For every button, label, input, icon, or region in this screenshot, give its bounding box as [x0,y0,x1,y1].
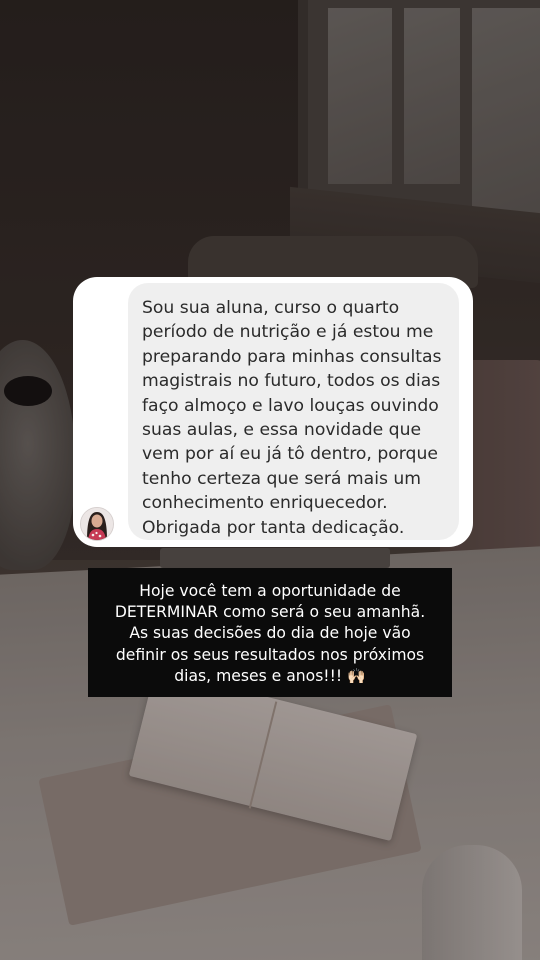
caption-line: As suas decisões do dia de hoje vão [129,624,411,643]
profile-photo-icon[interactable] [80,507,114,541]
message-line: Sou sua aluna, curso o quarto [142,298,400,318]
message-line: período de nutrição e já estou me [142,322,434,343]
message-line: Obrigada por tanta dedicação. [142,517,405,538]
message-line: preparando para minhas consultas [142,346,442,367]
caption-line-text: dias, meses e anos!!! [174,666,343,685]
caption-line: Hoje você tem a oportunidade de [139,582,401,600]
message-line: suas aulas, e essa novidade que [142,420,422,441]
message-line: magistrais no futuro, todos os dias [142,371,441,392]
message-bubble: Sou sua aluna, curso o quarto período de… [128,283,459,540]
message-card: Sou sua aluna, curso o quarto período de… [73,277,473,547]
caption-line: definir os seus resultados nos próximos [115,645,425,664]
caption-box: Hoje você tem a oportunidade de DETERMIN… [88,568,452,697]
message-line: vem por aí eu já tô dentro, porque [142,444,438,465]
caption-last-line: dias, meses e anos!!! 🙌🏻 [94,666,446,687]
caption-line: DETERMINAR como será o seu amanhã. [114,603,426,622]
message-line: conhecimento enriquecedor. [142,493,388,514]
message-line: faço almoço e lavo louças ouvindo [142,395,439,416]
message-line: tenho certeza que será mais um [142,468,422,489]
message-text: Sou sua aluna, curso o quarto período de… [142,296,447,540]
raising-hands-icon: 🙌🏻 [347,666,366,685]
